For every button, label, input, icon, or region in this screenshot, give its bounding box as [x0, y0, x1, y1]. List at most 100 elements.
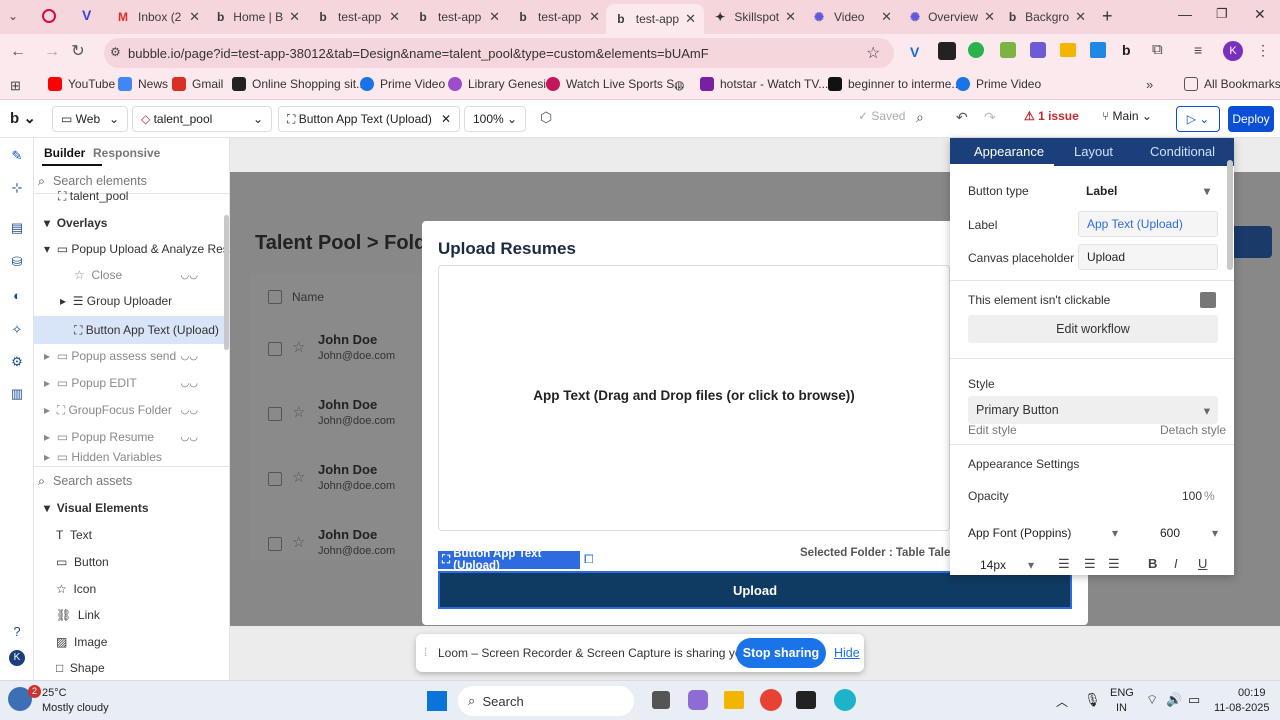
bookmark-item[interactable]: Gmail — [172, 77, 223, 91]
search-icon[interactable]: ⌕ — [916, 109, 924, 126]
browser-tab[interactable]: ✺ Video ✕ — [804, 4, 900, 30]
extension-icon[interactable] — [938, 42, 956, 60]
branch-dropdown[interactable]: ⑂ Main ⌄ — [1102, 109, 1152, 123]
close-icon[interactable]: ✕ — [875, 9, 892, 25]
align-right-icon[interactable]: ☰ — [1108, 556, 1120, 572]
all-bookmarks[interactable]: All Bookmarks — [1184, 77, 1280, 91]
browser-tab[interactable]: ✦ Skillspot ✕ — [706, 4, 804, 30]
detach-style-link[interactable]: Detach style — [1160, 423, 1226, 437]
tree-item-page[interactable]: ⛶ talent_pool — [34, 184, 230, 208]
tree-item-popup-upload[interactable]: ▾ ▭ Popup Upload & Analyze Res... — [34, 236, 239, 262]
row-checkbox[interactable] — [268, 472, 282, 486]
issues-button[interactable]: ⚠ 1 issue — [1024, 109, 1079, 123]
bold-icon[interactable]: B — [1148, 556, 1157, 571]
browser-tab[interactable]: ✺ Overview ✕ — [902, 4, 1000, 30]
site-info-icon[interactable]: ⚙ — [110, 45, 121, 59]
star-icon[interactable]: ☆ — [292, 338, 305, 356]
not-clickable-checkbox[interactable] — [1200, 292, 1216, 308]
tab-layout[interactable]: Layout — [1074, 144, 1113, 159]
bookmark-item[interactable]: Library Genesis — [448, 77, 552, 91]
star-icon[interactable]: ☆ — [292, 403, 305, 421]
tree-item-hidden-variables[interactable]: ▸ ▭ Hidden Variables — [34, 450, 230, 464]
tab-appearance[interactable]: Appearance — [974, 144, 1044, 159]
bookmark-item[interactable]: Online Shopping sit... — [232, 77, 366, 91]
bookmark-item[interactable]: YouTube — [48, 77, 115, 91]
kebab-menu-icon[interactable]: ⋮ — [1256, 42, 1270, 59]
microphone-icon[interactable]: 🎙 — [1084, 692, 1101, 708]
styles-icon[interactable]: ◐ — [9, 288, 25, 304]
page-dropdown[interactable]: ◇ talent_pool ⌄ — [132, 106, 272, 132]
new-tab-icon[interactable]: + — [1102, 6, 1113, 27]
language-label[interactable]: ENG — [1110, 687, 1134, 699]
upload-button[interactable]: Upload — [438, 571, 1072, 609]
task-view-icon[interactable] — [652, 691, 670, 709]
opacity-input[interactable]: 100 — [1182, 489, 1202, 503]
undo-icon[interactable]: ↶ — [956, 109, 968, 126]
close-icon[interactable]: ✕ — [283, 9, 300, 25]
star-icon[interactable]: ☆ — [292, 533, 305, 551]
bubble-logo[interactable]: b ⌄ — [10, 109, 36, 127]
drag-handle-icon[interactable]: ⁞ — [424, 645, 427, 659]
row-checkbox[interactable] — [268, 342, 282, 356]
settings-gear-icon[interactable]: ⚙ — [9, 354, 25, 370]
deploy-button[interactable]: Deploy — [1228, 106, 1274, 132]
extension-icon[interactable] — [1000, 42, 1016, 58]
visual-item-text[interactable]: T Text — [34, 522, 230, 548]
visual-item-image[interactable]: ▨ Image — [34, 629, 230, 655]
preview-button[interactable]: ▷ ⌄ — [1176, 106, 1220, 132]
help-icon[interactable]: ? — [9, 624, 25, 640]
elements-scrollbar[interactable] — [224, 215, 229, 350]
data-icon[interactable]: ▤ — [9, 220, 25, 236]
close-icon[interactable]: ✕ — [183, 9, 200, 25]
browser-tab[interactable]: b test-app ✕ — [508, 4, 608, 30]
align-left-icon[interactable]: ☰ — [1058, 556, 1070, 572]
apps-grid-icon[interactable]: ⊞ — [10, 78, 21, 94]
edit-workflow-button[interactable]: Edit workflow — [968, 315, 1218, 343]
back-icon[interactable]: ← — [8, 42, 28, 62]
element-selector[interactable]: ⛶ Button App Text (Upload) ✕ — [278, 106, 460, 132]
hidden-eye-icon[interactable]: ◡◡ — [181, 405, 198, 416]
minimize-icon[interactable]: — — [1178, 6, 1192, 22]
taskbar-search[interactable]: ⌕ Search — [458, 686, 634, 716]
windows-start-icon[interactable] — [427, 691, 447, 711]
tree-item-popup-edit[interactable]: ▸ ▭ Popup EDIT ◡◡ — [34, 370, 230, 396]
extension-icon[interactable] — [1060, 43, 1076, 57]
bookmark-item[interactable]: Watch Live Sports S... — [546, 77, 684, 91]
chrome-icon[interactable] — [760, 689, 782, 711]
extension-icon[interactable] — [1030, 42, 1046, 58]
font-size-dropdown[interactable]: 14px ▾ — [980, 556, 1034, 574]
extension-icon[interactable] — [1090, 42, 1106, 58]
reload-icon[interactable]: ↻ — [68, 42, 88, 62]
profile-avatar[interactable]: K — [1223, 41, 1243, 61]
battery-icon[interactable]: ▭ — [1188, 692, 1200, 708]
search-assets-input[interactable]: ⌕ Search assets — [38, 469, 224, 493]
cube-icon[interactable]: ⬡ — [540, 109, 552, 126]
plugins-icon[interactable]: ✧ — [9, 322, 25, 338]
table-row[interactable]: ☆ John Doe John@doe.com — [250, 448, 430, 508]
close-icon[interactable]: ✕ — [441, 112, 451, 126]
close-icon[interactable]: ✕ — [679, 11, 696, 27]
tree-item-popup-resume[interactable]: ▸ ▭ Popup Resume ◡◡ — [34, 424, 230, 450]
browser-tab[interactable]: b test-app ✕ — [308, 4, 408, 30]
button-type-dropdown[interactable]: Label ▾ — [1078, 178, 1218, 204]
v-icon[interactable]: V — [82, 7, 91, 23]
row-checkbox[interactable] — [268, 407, 282, 421]
bookmark-item[interactable]: Prime Video — [956, 77, 1041, 91]
address-bar[interactable]: ⚙ bubble.io/page?id=test-app-38012&tab=D… — [104, 38, 894, 68]
font-weight-dropdown[interactable]: 600 ▾ — [1160, 521, 1218, 545]
v-extension-icon[interactable]: V — [910, 44, 919, 60]
close-icon[interactable]: ✕ — [583, 9, 600, 25]
bookmark-item[interactable]: Prime Video — [360, 77, 445, 91]
browser-tab[interactable]: b test-app ✕ — [408, 4, 508, 30]
forward-icon[interactable]: → — [42, 42, 62, 62]
bookmark-item[interactable]: hotstar - Watch TV... — [700, 77, 828, 91]
property-editor-scrollbar[interactable] — [1227, 160, 1233, 270]
bookmark-item[interactable]: beginner to interme... — [828, 77, 961, 91]
clock-time[interactable]: 00:19 — [1238, 687, 1266, 699]
tree-item-button-upload[interactable]: ⛶ Button App Text (Upload) — [34, 316, 230, 344]
tab-responsive[interactable]: Responsive — [93, 146, 160, 160]
database-icon[interactable]: ⛁ — [9, 254, 25, 270]
upload-dropzone[interactable]: App Text (Drag and Drop files (or click … — [438, 265, 950, 531]
align-center-icon[interactable]: ☰ — [1084, 556, 1096, 572]
star-icon[interactable]: ☆ — [292, 468, 305, 486]
